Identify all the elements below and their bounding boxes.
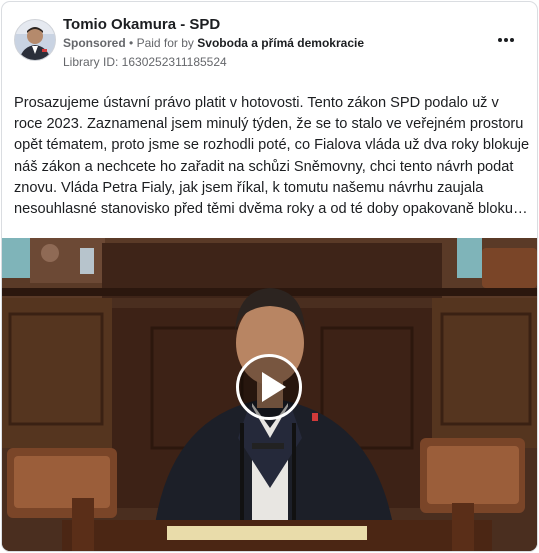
more-horizontal-icon: [498, 38, 514, 42]
ad-card: Tomio Okamura - SPD Sponsored • Paid for…: [1, 1, 538, 552]
ad-meta-line: Sponsored • Paid for by Svoboda a přímá …: [63, 36, 364, 50]
ad-header: Tomio Okamura - SPD Sponsored • Paid for…: [2, 2, 537, 82]
ad-body-text: Prosazujeme ústavní právo platit v hotov…: [14, 95, 530, 218]
payer-name[interactable]: Svoboda a přímá demokracie: [197, 36, 364, 50]
more-options-button[interactable]: [495, 32, 517, 48]
play-button[interactable]: [236, 354, 302, 420]
advertiser-avatar[interactable]: [14, 19, 56, 61]
advertiser-name[interactable]: Tomio Okamura - SPD: [63, 16, 220, 33]
play-icon: [262, 372, 286, 402]
paid-for-by-prefix: Paid for by: [136, 36, 194, 50]
library-id: Library ID: 1630252311185524: [63, 55, 227, 69]
meta-separator: •: [129, 36, 134, 50]
sponsored-label: Sponsored: [63, 36, 126, 50]
ad-video[interactable]: [2, 238, 537, 551]
avatar-image: [15, 20, 55, 60]
